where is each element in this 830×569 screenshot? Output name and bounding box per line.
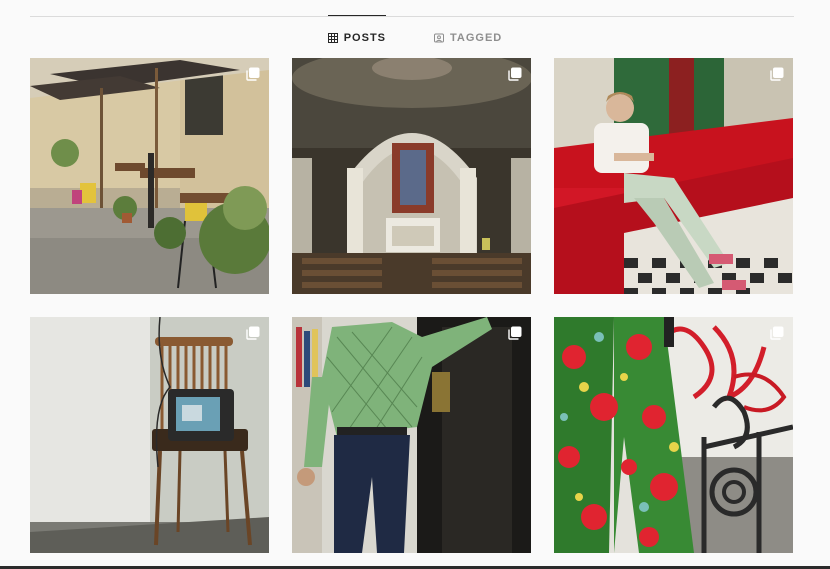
tab-posts-label: POSTS [343,31,387,44]
tag-icon [434,33,445,43]
church-altar-photo [292,58,531,294]
post-green-knit[interactable] [292,317,531,553]
post-street-cafe[interactable] [30,58,269,294]
tab-posts[interactable]: POSTS [327,15,387,55]
multiple-images-icon [770,67,784,81]
tab-tagged-label: TAGGED [450,32,503,44]
multiple-images-icon [246,326,260,340]
street-cafe-photo [30,58,269,294]
green-knit-photo [292,317,531,553]
red-seats-photo [554,58,793,294]
profile-posts-page: POSTS TAGGED [0,0,830,569]
multiple-images-icon [770,326,784,340]
post-church-altar[interactable] [292,58,531,294]
multiple-images-icon [508,326,522,340]
tv-chair-photo [30,317,269,553]
post-tv-chair[interactable] [30,317,269,553]
profile-tabs: POSTS TAGGED [0,15,830,56]
grid-icon [327,32,338,43]
multiple-images-icon [246,67,260,81]
floral-pants-photo [554,317,793,553]
tab-tagged[interactable]: TAGGED [434,16,502,56]
post-floral-pants[interactable] [554,317,793,553]
post-red-seats[interactable] [554,58,793,294]
multiple-images-icon [508,67,522,81]
